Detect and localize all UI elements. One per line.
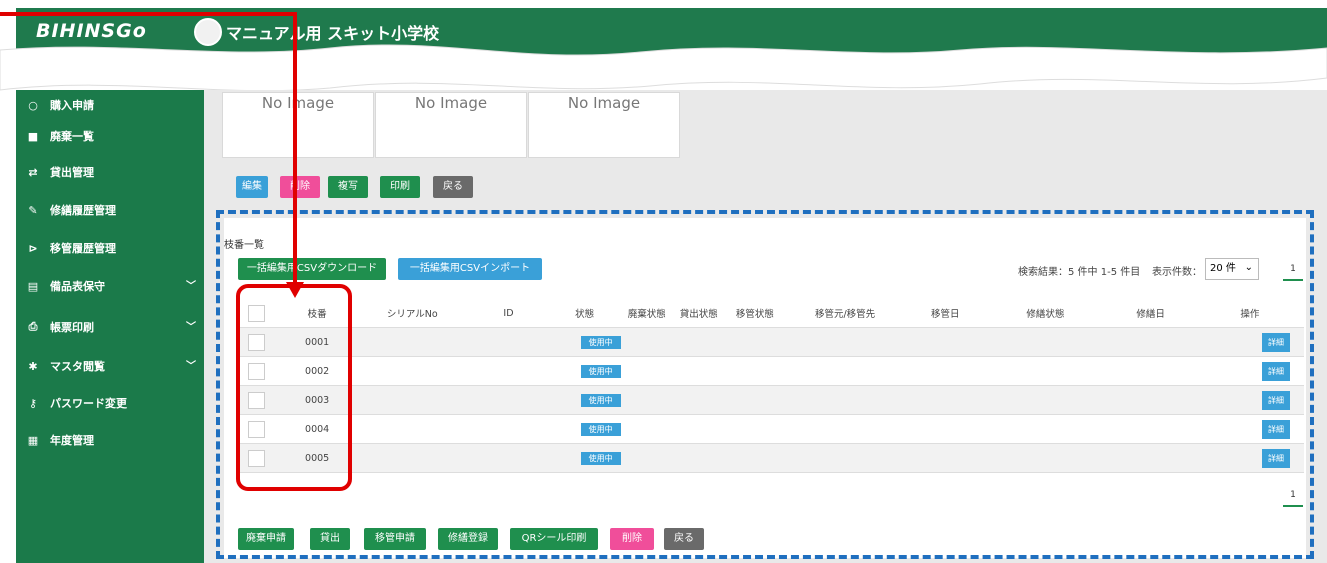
sidebar-item-label: 貸出管理 — [50, 166, 94, 179]
wrench-icon: ✎ — [28, 203, 38, 217]
image-thumbnail[interactable]: No Image — [528, 92, 680, 158]
highlight-dashed-box — [216, 210, 1314, 559]
sidebar-item-disposal[interactable]: ■ 廃棄一覧 — [16, 121, 204, 151]
back-button[interactable]: 戻る — [433, 176, 473, 198]
calendar-icon: ▦ — [27, 433, 39, 447]
print-button[interactable]: 印刷 — [380, 176, 420, 198]
sidebar-item-label: 帳票印刷 — [50, 321, 94, 334]
sidebar-item-fiscal-year[interactable]: ▦ 年度管理 — [16, 425, 204, 455]
sidebar-item-password[interactable]: ⚷ パスワード変更 — [16, 388, 204, 418]
gear-icon: ✱ — [28, 359, 38, 373]
key-icon: ⚷ — [28, 396, 38, 410]
no-image-text: No Image — [261, 94, 335, 112]
chevron-down-icon: ﹀ — [186, 322, 196, 333]
sidebar-item-label: パスワード変更 — [50, 397, 127, 410]
sidebar-item-master[interactable]: ✱ マスタ閲覧 ﹀ — [16, 351, 204, 381]
trash-icon: ■ — [27, 129, 39, 143]
edit-button[interactable]: 編集 — [236, 176, 268, 198]
sidebar-item-label: 廃棄一覧 — [50, 130, 94, 143]
no-image-text: No Image — [567, 94, 641, 112]
sidebar-item-label: 年度管理 — [50, 434, 94, 447]
printer-icon: ⎙ — [28, 320, 38, 333]
copy-button[interactable]: 複写 — [328, 176, 368, 198]
sidebar-item-label: 修繕履歴管理 — [50, 204, 116, 217]
sidebar: ○ 購入申請 ■ 廃棄一覧 ⇄ 貸出管理 ✎ 修繕履歴管理 ⊳ 移管履歴管理 ▤… — [16, 90, 204, 563]
highlight-red-box — [236, 284, 352, 491]
delete-button[interactable]: 削除 — [280, 176, 320, 198]
sidebar-item-purchase[interactable]: ○ 購入申請 — [16, 90, 204, 120]
sidebar-item-label: マスタ閲覧 — [50, 360, 105, 373]
image-thumbnail[interactable]: No Image — [222, 92, 374, 158]
table-icon: ▤ — [27, 279, 39, 293]
image-thumbnail[interactable]: No Image — [375, 92, 527, 158]
sidebar-item-label: 備品表保守 — [50, 280, 105, 293]
no-image-text: No Image — [414, 94, 488, 112]
sidebar-item-label: 移管履歴管理 — [50, 242, 116, 255]
chevron-down-icon: ﹀ — [186, 361, 196, 372]
sidebar-item-repair-history[interactable]: ✎ 修繕履歴管理 — [16, 195, 204, 225]
circle-icon: ○ — [28, 98, 38, 112]
sidebar-item-report-print[interactable]: ⎙ 帳票印刷 ﹀ — [16, 312, 204, 342]
swap-icon: ⇄ — [28, 165, 38, 179]
sidebar-item-label: 購入申請 — [50, 99, 94, 112]
sidebar-item-transfer-history[interactable]: ⊳ 移管履歴管理 — [16, 233, 204, 263]
chevron-down-icon: ﹀ — [186, 281, 196, 292]
sidebar-item-equipment-maintenance[interactable]: ▤ 備品表保守 ﹀ — [16, 271, 204, 301]
handcart-icon: ⊳ — [28, 241, 38, 255]
sidebar-item-lending[interactable]: ⇄ 貸出管理 — [16, 157, 204, 187]
